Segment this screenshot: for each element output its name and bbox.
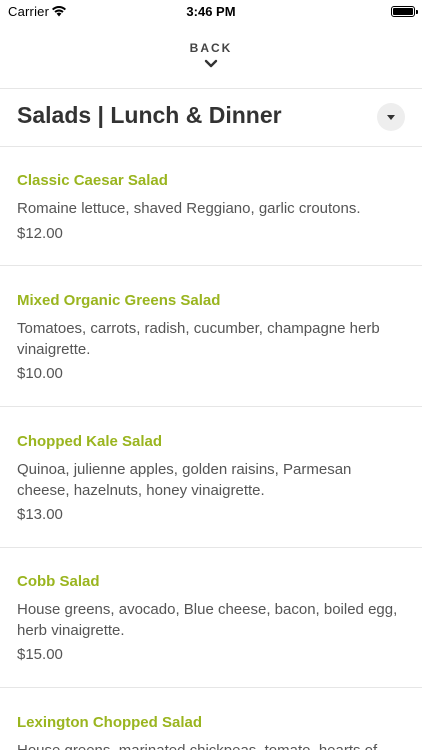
item-price: $12.00	[17, 225, 63, 242]
chevron-down-icon	[204, 59, 218, 68]
battery-icon	[391, 6, 418, 17]
back-label: BACK	[189, 41, 233, 55]
menu-item[interactable]: Classic Caesar Salad Romaine lettuce, sh…	[0, 146, 422, 265]
menu-item[interactable]: Cobb Salad House greens, avocado, Blue c…	[0, 547, 422, 687]
item-description: House greens, marinated chickpeas, tomat…	[17, 740, 407, 750]
section-title: Salads | Lunch & Dinner	[17, 102, 282, 128]
section-dropdown-button[interactable]	[377, 103, 405, 131]
item-price: $13.00	[17, 506, 63, 523]
item-name: Mixed Organic Greens Salad	[17, 292, 221, 309]
menu-item[interactable]: Lexington Chopped Salad House greens, ma…	[0, 688, 422, 750]
section-header: Salads | Lunch & Dinner	[0, 88, 422, 146]
item-name: Cobb Salad	[17, 573, 100, 590]
item-description: Romaine lettuce, shaved Reggiano, garlic…	[17, 200, 361, 217]
item-description: Quinoa, julienne apples, golden raisins,…	[17, 461, 352, 499]
item-description: House greens, avocado, Blue cheese, baco…	[17, 601, 398, 639]
back-button[interactable]: BACK	[0, 36, 422, 80]
item-name: Lexington Chopped Salad	[17, 714, 203, 731]
clock-label: 3:46 PM	[186, 4, 236, 19]
status-bar: Carrier 3:46 PM	[0, 0, 422, 24]
menu-item[interactable]: Mixed Organic Greens Salad Tomatoes, car…	[0, 266, 422, 406]
item-description: Tomatoes, carrots, radish, cucumber, cha…	[17, 320, 380, 358]
item-price: $15.00	[17, 646, 63, 663]
caret-down-icon	[387, 115, 395, 120]
item-price: $10.00	[17, 365, 63, 382]
item-name: Chopped Kale Salad	[17, 433, 163, 450]
menu-item[interactable]: Chopped Kale Salad Quinoa, julienne appl…	[0, 407, 422, 547]
item-name: Classic Caesar Salad	[17, 172, 168, 189]
